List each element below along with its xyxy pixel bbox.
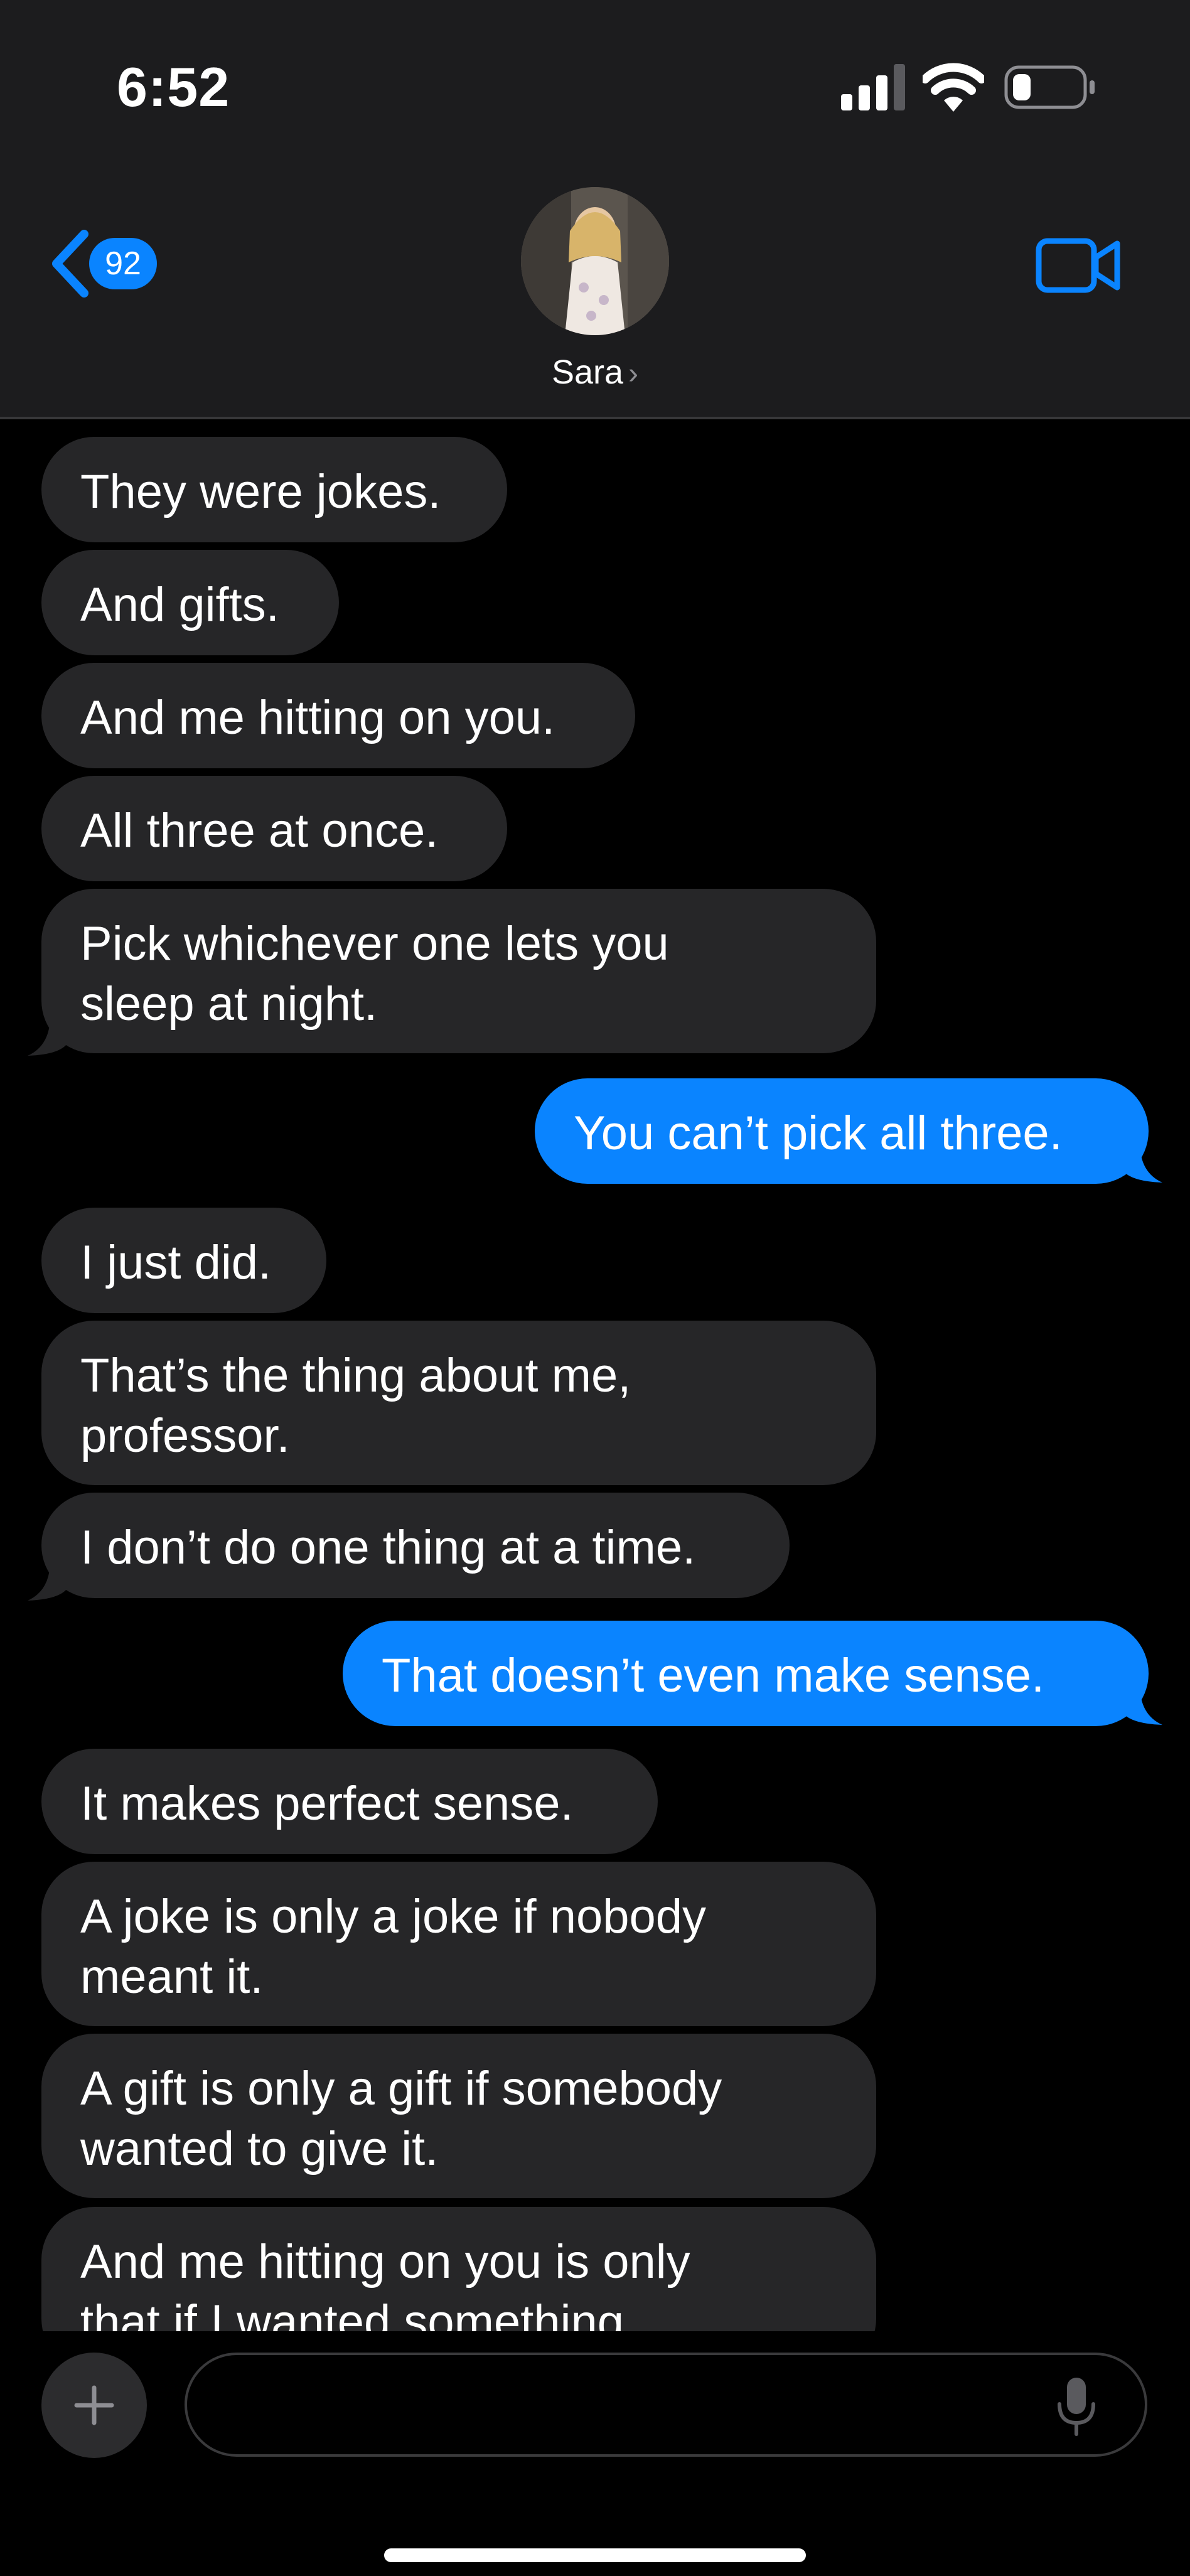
message-bubble-incoming[interactable]: And me hitting on you is only that if I … (41, 2207, 876, 2331)
back-button[interactable]: 92 (48, 226, 173, 301)
message-bubble-outgoing[interactable]: That doesn’t even make sense. (343, 1621, 1149, 1726)
message-bubble-outgoing[interactable]: You can’t pick all three. (535, 1078, 1149, 1184)
message-bubble-incoming[interactable]: That’s the thing about me, professor. (41, 1321, 876, 1485)
bubble-tail (1121, 1142, 1162, 1183)
chevron-right-icon: › (628, 357, 639, 390)
back-chevron-icon (52, 230, 88, 298)
conversation-header: 6:52 92 Sara › (0, 0, 1190, 419)
add-attachment-button[interactable] (41, 2353, 147, 2458)
message-bubble-incoming[interactable]: It makes perfect sense. (41, 1749, 658, 1854)
message-composer (0, 2331, 1190, 2576)
home-indicator[interactable] (384, 2548, 806, 2562)
message-bubble-incoming[interactable]: They were jokes. (41, 437, 507, 542)
unread-count-badge: 92 (89, 238, 157, 289)
message-bubble-incoming[interactable]: All three at once. (41, 776, 507, 881)
contact-avatar[interactable] (521, 187, 669, 335)
message-bubble-incoming[interactable]: And me hitting on you. (41, 663, 635, 768)
bubble-tail (1121, 1685, 1162, 1725)
message-input[interactable] (185, 2353, 1147, 2457)
contact-name-button[interactable]: Sara › (0, 353, 1190, 392)
message-bubble-incoming[interactable]: And gifts. (41, 550, 339, 655)
message-bubble-incoming[interactable]: Pick whichever one lets you sleep at nig… (41, 889, 876, 1053)
signal-icon (841, 64, 905, 110)
wifi-icon (923, 63, 984, 112)
battery-icon (1004, 65, 1095, 109)
plus-icon (74, 2385, 114, 2425)
video-camera-icon[interactable] (1036, 236, 1121, 295)
bubble-tail (28, 1016, 69, 1056)
message-bubble-incoming[interactable]: I just did. (41, 1208, 326, 1313)
microphone-icon[interactable] (1054, 2375, 1098, 2438)
message-list[interactable]: They were jokes. And gifts. And me hitti… (0, 419, 1190, 2331)
status-time: 6:52 (117, 56, 230, 118)
contact-name: Sara (551, 353, 624, 391)
message-bubble-incoming[interactable]: A gift is only a gift if somebody wanted… (41, 2034, 876, 2198)
avatar-photo (521, 187, 669, 335)
bubble-tail (28, 1560, 69, 1601)
message-bubble-incoming[interactable]: A joke is only a joke if nobody meant it… (41, 1862, 876, 2026)
message-bubble-incoming[interactable]: I don’t do one thing at a time. (41, 1493, 790, 1598)
